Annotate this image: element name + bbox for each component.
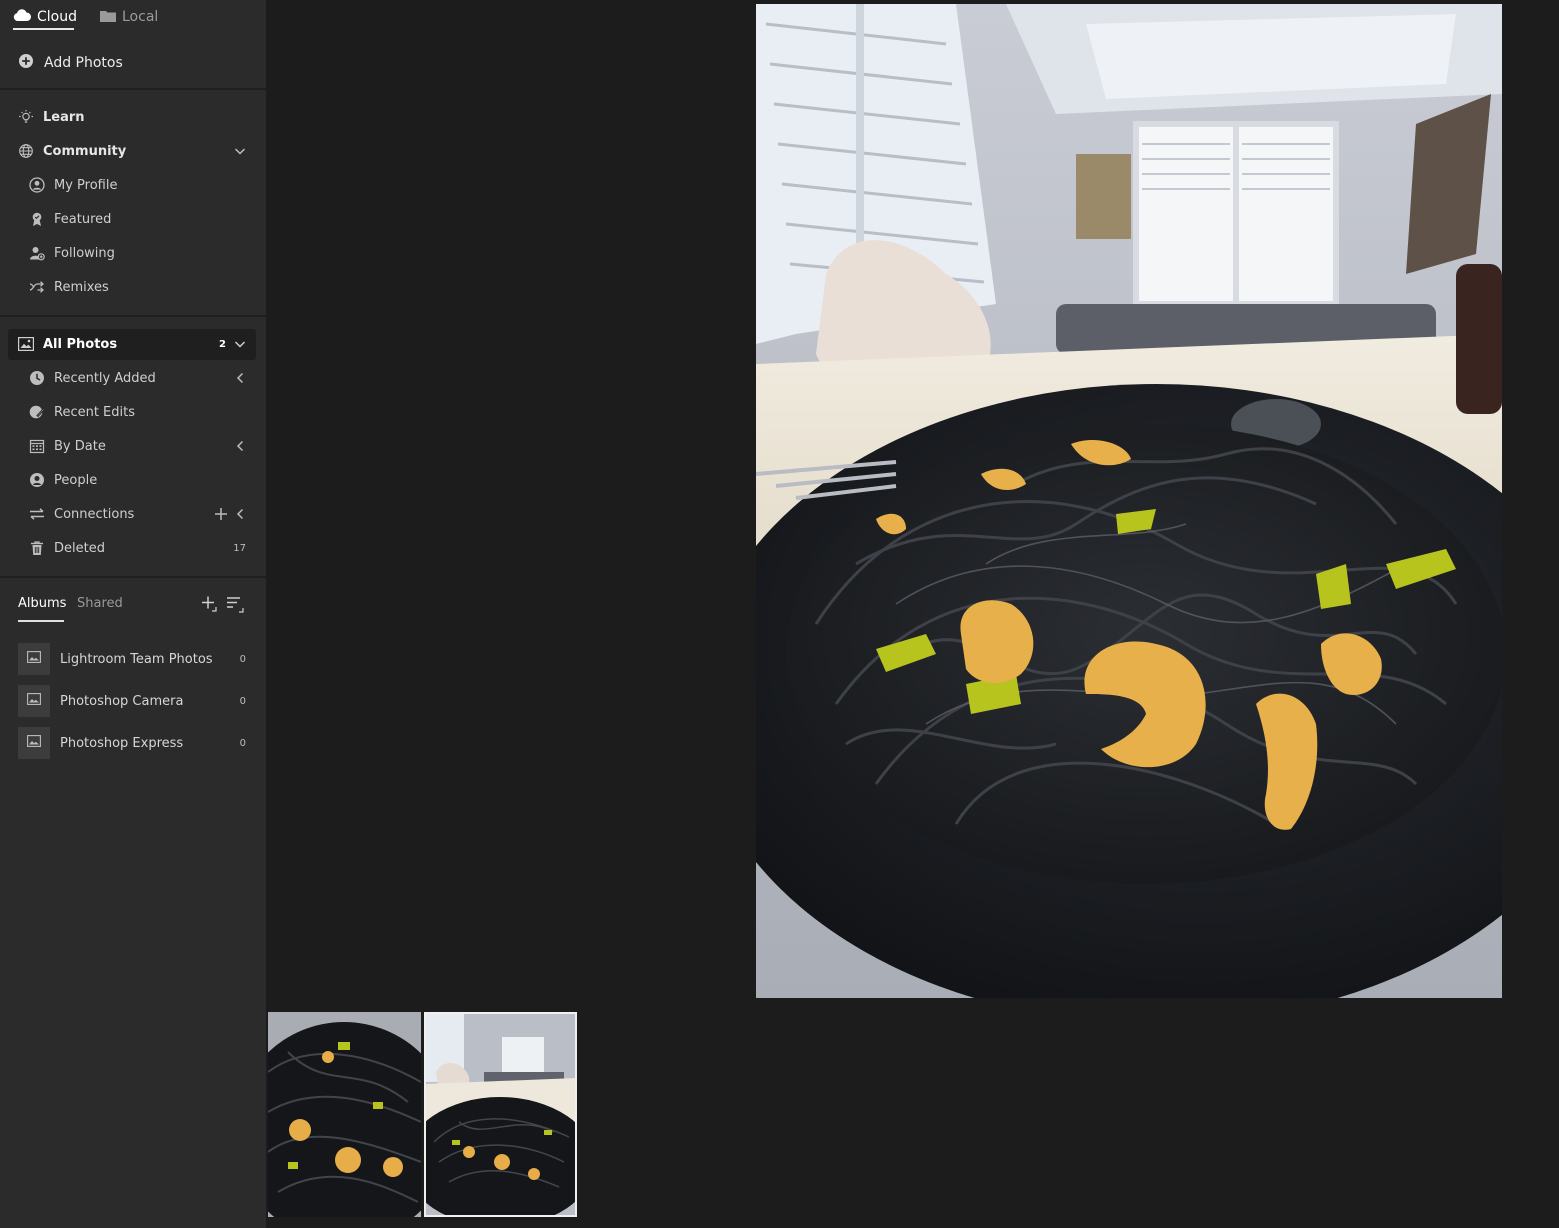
sidebar-item-all-photos-label: All Photos bbox=[43, 337, 118, 352]
album-thumbnail bbox=[18, 643, 50, 675]
tab-local-label: Local bbox=[122, 9, 159, 25]
sidebar-item-label: Recent Edits bbox=[54, 404, 136, 420]
main-photo[interactable] bbox=[756, 4, 1502, 998]
sidebar-item-featured[interactable]: Featured bbox=[0, 204, 266, 234]
divider bbox=[0, 576, 266, 578]
all-photos-count: 2 bbox=[219, 339, 226, 350]
sidebar-item-label: Featured bbox=[54, 211, 112, 227]
sort-icon[interactable] bbox=[226, 595, 246, 613]
plus-circle-icon bbox=[18, 53, 34, 73]
add-photos-button[interactable]: Add Photos bbox=[0, 47, 266, 79]
album-item[interactable]: Photoshop Camera 0 bbox=[18, 685, 258, 717]
sidebar-item-recent-edits[interactable]: Recent Edits bbox=[0, 397, 266, 427]
connections-icon bbox=[29, 506, 45, 522]
add-album-icon[interactable] bbox=[201, 595, 219, 613]
active-tab-indicator bbox=[13, 28, 74, 30]
lightbulb-icon bbox=[18, 109, 34, 125]
sidebar-item-label: Deleted bbox=[54, 540, 105, 556]
sidebar-item-label: My Profile bbox=[54, 177, 118, 193]
tab-local[interactable]: Local bbox=[100, 3, 158, 31]
sidebar-item-label: Recently Added bbox=[54, 370, 156, 386]
sidebar: Cloud Local Add Photos Learn Community M… bbox=[0, 0, 266, 1228]
add-photos-label: Add Photos bbox=[44, 55, 123, 71]
sidebar-item-my-profile[interactable]: My Profile bbox=[0, 170, 266, 200]
award-icon bbox=[29, 211, 45, 227]
filmstrip-thumbnail-selected[interactable] bbox=[424, 1012, 577, 1217]
album-name: Photoshop Express bbox=[60, 735, 184, 751]
sidebar-item-by-date[interactable]: By Date bbox=[0, 431, 266, 461]
chevron-down-icon[interactable] bbox=[232, 143, 248, 159]
sidebar-item-label: By Date bbox=[54, 438, 106, 454]
image-icon bbox=[27, 735, 41, 751]
main-content bbox=[266, 0, 1559, 1228]
sidebar-item-learn-label: Learn bbox=[43, 109, 85, 125]
chevron-down-icon[interactable] bbox=[232, 336, 248, 352]
sidebar-item-deleted[interactable]: Deleted 17 bbox=[0, 533, 266, 563]
clock-icon bbox=[29, 370, 45, 386]
image-icon bbox=[27, 651, 41, 667]
source-tabs: Cloud Local bbox=[0, 0, 266, 36]
profile-icon bbox=[29, 177, 45, 193]
sidebar-item-all-photos[interactable]: All Photos 2 bbox=[8, 329, 256, 360]
tab-albums[interactable]: Albums bbox=[18, 596, 66, 611]
tab-cloud-label: Cloud bbox=[37, 9, 77, 25]
remix-icon bbox=[29, 279, 45, 295]
sidebar-item-remixes[interactable]: Remixes bbox=[0, 272, 266, 302]
sidebar-item-label: Connections bbox=[54, 506, 135, 522]
add-connection-icon[interactable] bbox=[213, 506, 229, 522]
chevron-left-icon[interactable] bbox=[232, 370, 248, 386]
sidebar-item-following[interactable]: Following bbox=[0, 238, 266, 268]
divider bbox=[0, 88, 266, 90]
filmstrip-thumbnail[interactable] bbox=[268, 1012, 421, 1217]
following-icon bbox=[29, 245, 45, 261]
album-item[interactable]: Photoshop Express 0 bbox=[18, 727, 258, 759]
tab-cloud[interactable]: Cloud bbox=[13, 3, 77, 31]
edit-icon bbox=[29, 404, 45, 420]
albums-tabs: Albums Shared bbox=[0, 590, 266, 624]
album-count: 0 bbox=[239, 695, 246, 707]
album-item[interactable]: Lightroom Team Photos 0 bbox=[18, 643, 258, 675]
chevron-left-icon[interactable] bbox=[232, 506, 248, 522]
photos-icon bbox=[18, 336, 34, 353]
sidebar-item-connections[interactable]: Connections bbox=[0, 499, 266, 529]
album-count: 0 bbox=[239, 737, 246, 749]
album-name: Lightroom Team Photos bbox=[60, 651, 213, 667]
person-icon bbox=[29, 472, 45, 488]
sidebar-item-label: People bbox=[54, 472, 98, 488]
active-tab-indicator bbox=[18, 620, 64, 622]
tab-shared[interactable]: Shared bbox=[77, 596, 123, 611]
chevron-left-icon[interactable] bbox=[232, 438, 248, 454]
album-name: Photoshop Camera bbox=[60, 693, 184, 709]
sidebar-item-label: Following bbox=[54, 245, 115, 261]
trash-icon bbox=[29, 540, 45, 556]
calendar-icon bbox=[29, 438, 45, 454]
album-count: 0 bbox=[239, 653, 246, 665]
sidebar-item-community-label: Community bbox=[43, 143, 127, 159]
cloud-icon bbox=[13, 8, 32, 26]
sidebar-item-community[interactable]: Community bbox=[0, 136, 266, 166]
sidebar-item-label: Remixes bbox=[54, 279, 109, 295]
image-icon bbox=[27, 693, 41, 709]
album-thumbnail bbox=[18, 727, 50, 759]
deleted-count: 17 bbox=[233, 542, 246, 554]
divider bbox=[0, 315, 266, 317]
album-thumbnail bbox=[18, 685, 50, 717]
folder-icon bbox=[100, 9, 116, 26]
sidebar-item-learn[interactable]: Learn bbox=[0, 102, 266, 132]
sidebar-item-recently-added[interactable]: Recently Added bbox=[0, 363, 266, 393]
globe-icon bbox=[18, 143, 34, 159]
sidebar-item-people[interactable]: People bbox=[0, 465, 266, 495]
